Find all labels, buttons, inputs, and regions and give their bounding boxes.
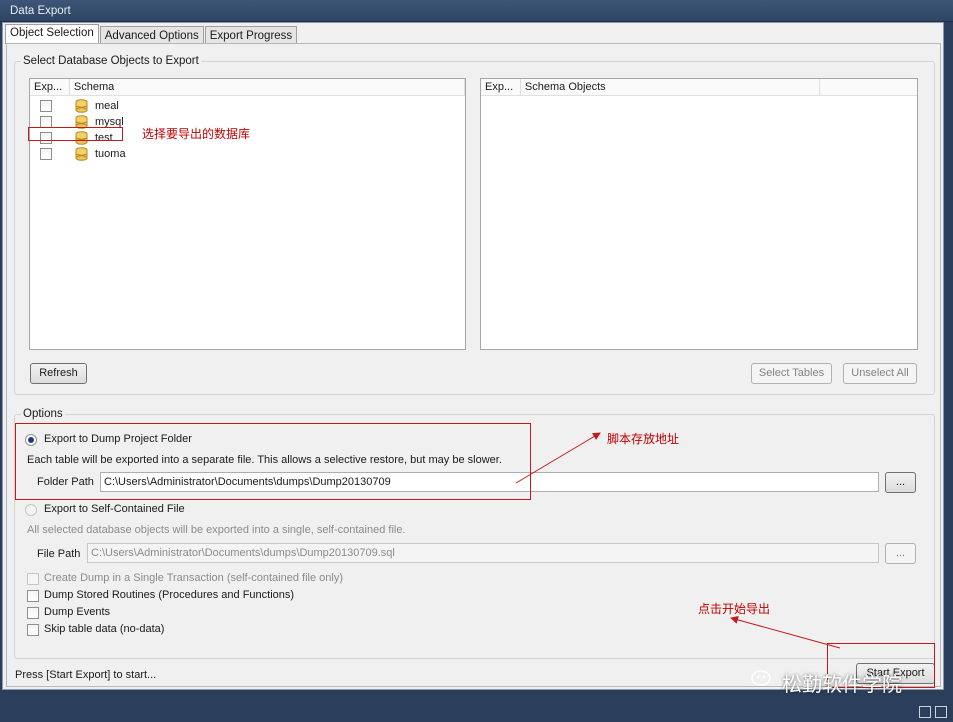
arrow-to-script-path (515, 432, 601, 484)
watermark-text: 松勤软件学院 (782, 672, 902, 696)
arrow-to-start-button (730, 616, 841, 649)
menu-icon[interactable] (919, 706, 931, 718)
taskbar-icons (919, 706, 947, 718)
window-icon[interactable] (935, 706, 947, 718)
annotation-arrows (515, 432, 841, 649)
wechat-icon (751, 670, 771, 686)
